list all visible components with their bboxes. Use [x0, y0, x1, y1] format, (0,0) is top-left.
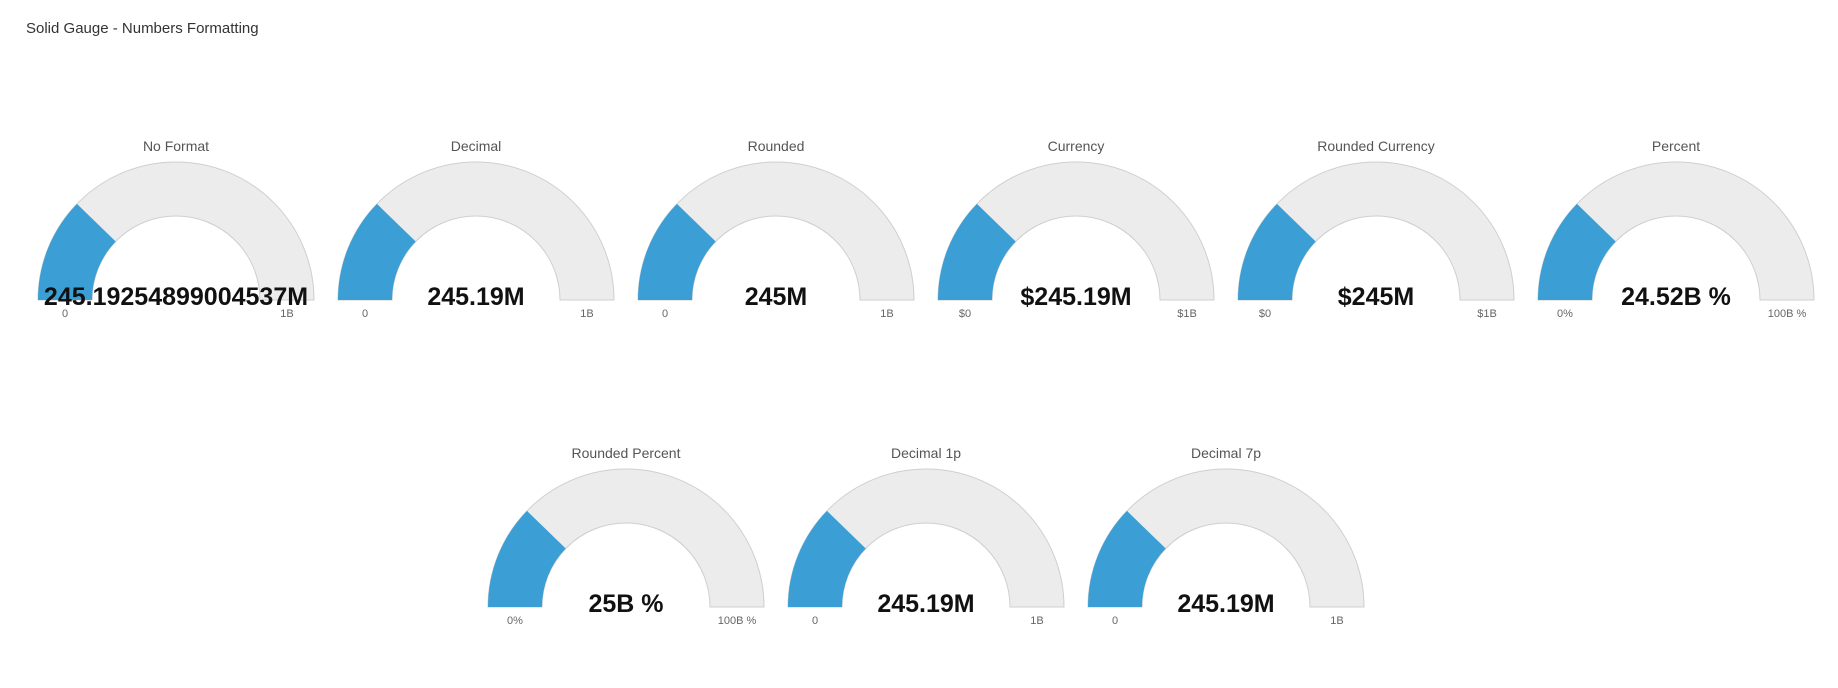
- gauge-card: Rounded Percent 25B % 0% 100B %: [486, 444, 766, 644]
- gauge-max-label: 1B: [1030, 615, 1043, 627]
- gauge-title: Rounded: [748, 138, 805, 154]
- gauge-card: Rounded 245M 0 1B: [636, 137, 916, 337]
- gauge-title: Decimal 7p: [1191, 445, 1261, 461]
- gauge-max-label: 1B: [880, 308, 893, 320]
- gauge-min-label: $0: [959, 308, 971, 320]
- gauge-min-label: 0: [812, 615, 818, 627]
- gauge-min-label: 0%: [1557, 308, 1573, 320]
- gauge-title: Rounded Currency: [1317, 138, 1435, 154]
- gauge-card: Decimal 7p 245.19M 0 1B: [1086, 444, 1366, 644]
- gauge-svg: Currency $245.19M $0 $1B: [937, 138, 1215, 320]
- gauge-max-label: $1B: [1477, 308, 1497, 320]
- gauge-value-label: $245M: [1338, 283, 1414, 311]
- gauge-value-label: 25B %: [588, 590, 663, 618]
- gauge-min-label: 0: [62, 308, 68, 320]
- gauge-card: Decimal 245.19M 0 1B: [336, 137, 616, 337]
- gauge-card: Currency $245.19M $0 $1B: [936, 137, 1216, 337]
- gauge-title: Rounded Percent: [572, 445, 681, 461]
- gauge-value-label: 245.19M: [427, 283, 524, 311]
- gauge-svg: Rounded 245M 0 1B: [637, 138, 915, 320]
- gauge-value-label: $245.19M: [1020, 283, 1131, 311]
- gauge-value-label: 245.19M: [1177, 590, 1274, 618]
- gauge-title: No Format: [143, 138, 209, 154]
- gauge-min-label: $0: [1259, 308, 1271, 320]
- gauge-card: Decimal 1p 245.19M 0 1B: [786, 444, 1066, 644]
- gauge-max-label: $1B: [1177, 308, 1197, 320]
- gauge-min-label: 0: [362, 308, 368, 320]
- gauge-card: Percent 24.52B % 0% 100B %: [1536, 137, 1816, 337]
- gauge-max-label: 1B: [280, 308, 293, 320]
- gauge-max-label: 100B %: [1768, 308, 1807, 320]
- gauge-svg: No Format 245.19254899004537M0 1B: [37, 138, 315, 320]
- gauge-value-label: 245.19M: [877, 590, 974, 618]
- gauge-value-label: 245M: [745, 283, 808, 311]
- gauge-max-label: 100B %: [718, 615, 757, 627]
- gauge-max-label: 1B: [1330, 615, 1343, 627]
- gauge-svg: Decimal 7p 245.19M 0 1B: [1087, 445, 1365, 627]
- gauge-svg: Rounded Percent 25B % 0% 100B %: [487, 445, 765, 627]
- gauge-svg: Rounded Currency $245M $0 $1B: [1237, 138, 1515, 320]
- gauge-min-label: 0%: [507, 615, 523, 627]
- gauge-title: Decimal: [451, 138, 502, 154]
- gauge-value-label: 24.52B %: [1621, 283, 1731, 311]
- gauge-svg: Decimal 1p 245.19M 0 1B: [787, 445, 1065, 627]
- gauge-min-label: 0: [662, 308, 668, 320]
- gauge-title: Percent: [1652, 138, 1700, 154]
- gauge-max-label: 1B: [580, 308, 593, 320]
- gauge-svg: Percent 24.52B % 0% 100B %: [1537, 138, 1815, 320]
- gauge-title: Decimal 1p: [891, 445, 961, 461]
- gauge-min-label: 0: [1112, 615, 1118, 627]
- gauge-title: Currency: [1048, 138, 1105, 154]
- dashboard-title: Solid Gauge - Numbers Formatting: [26, 20, 259, 37]
- gauge-card: Rounded Currency $245M $0 $1B: [1236, 137, 1516, 337]
- gauge-value-label: 245.19254899004537M: [44, 283, 308, 311]
- gauge-card: No Format 245.19254899004537M 0 1B: [36, 137, 316, 337]
- gauge-svg: Decimal 245.19M 0 1B: [337, 138, 615, 320]
